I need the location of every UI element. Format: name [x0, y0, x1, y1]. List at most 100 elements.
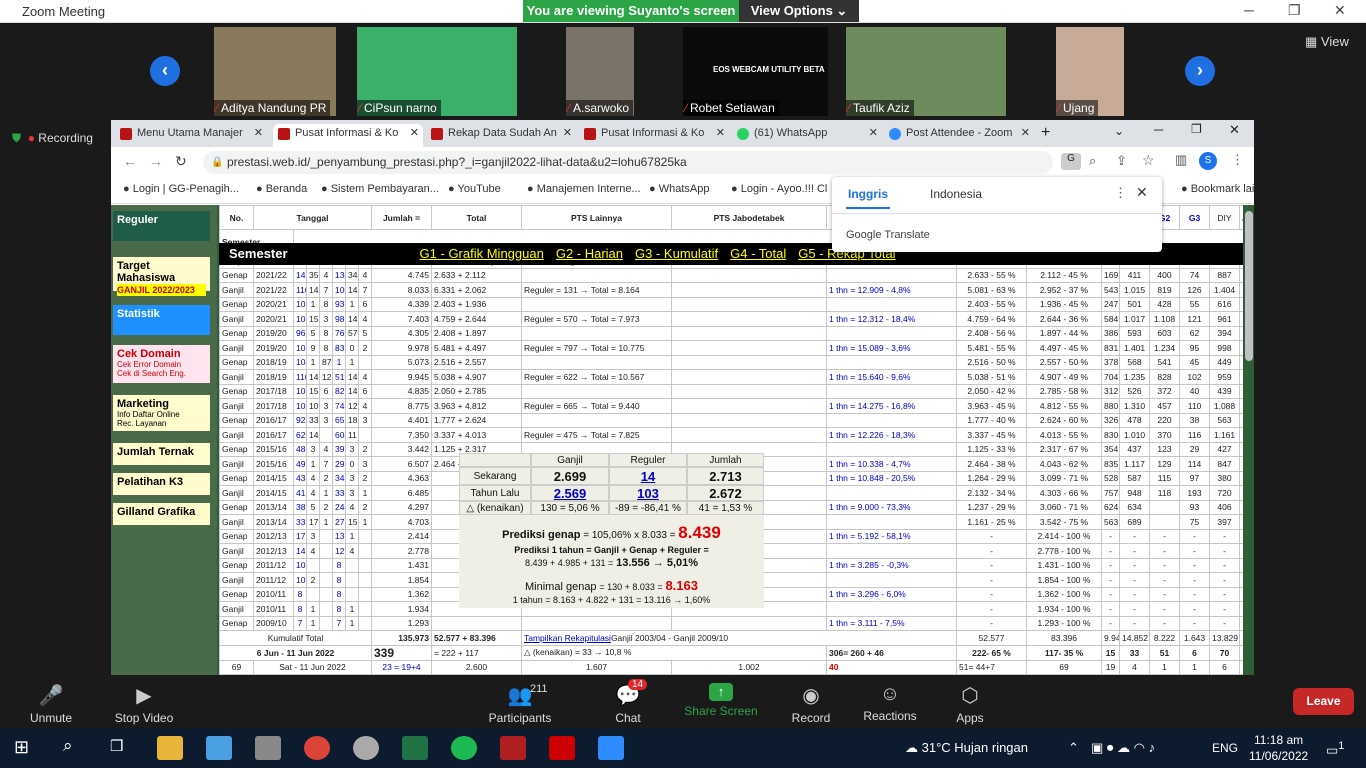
control-chat[interactable]: 💬 14 Chat [610, 679, 648, 725]
strip-next-button[interactable]: › [1185, 56, 1215, 86]
clock-date[interactable]: 11/06/2022 [1249, 749, 1308, 763]
bookmark-item[interactable]: ● YouTube [448, 183, 501, 195]
translate-menu-icon[interactable]: ⋮ [1114, 185, 1127, 201]
graph-link[interactable]: G4 - Total [730, 246, 786, 261]
bookmark-item[interactable]: ● Login | GG-Penagih... [123, 183, 239, 195]
browser-tab[interactable]: Menu Utama Manajer ✕ [115, 124, 267, 147]
browser-maximize-icon[interactable]: ❐ [1191, 122, 1202, 136]
tab-close-icon[interactable]: ✕ [563, 124, 572, 143]
translate-tab-english[interactable]: Inggris [846, 187, 891, 209]
weather-text[interactable]: 31°C Hujan ringan [922, 740, 1028, 755]
pdf-icon[interactable] [549, 736, 575, 760]
stat-cell[interactable]: 2.569 [531, 485, 609, 501]
sidebar-menu-item[interactable]: Target Mahasiswa GANJIL 2022/2023 [113, 257, 210, 296]
search-icon[interactable]: ⌕ [63, 736, 73, 756]
zoom-icon[interactable]: ⌕ [1089, 153, 1096, 169]
tab-close-icon[interactable]: ✕ [1021, 124, 1030, 143]
new-tab-icon[interactable]: + [1041, 124, 1050, 142]
bookmark-item[interactable]: ● Sistem Pembayaran... [321, 183, 439, 195]
participant-tile[interactable]: ⁄ A.sarwoko [566, 27, 634, 116]
minimize-icon[interactable]: ─ [1244, 2, 1254, 18]
task-view-icon[interactable]: ❒ [110, 737, 123, 755]
back-icon[interactable]: ← [123, 153, 137, 169]
notification-icon[interactable]: ▭1 [1326, 740, 1344, 758]
reload-icon[interactable]: ↻ [175, 153, 187, 170]
stat-cell[interactable]: 14 [609, 467, 687, 485]
bookmark-item[interactable]: ● Bookmark lain [1181, 183, 1254, 195]
notepad-icon[interactable] [206, 736, 232, 760]
excel-icon[interactable] [402, 736, 428, 760]
control-apps[interactable]: ⬡ Apps [950, 683, 990, 725]
close-icon[interactable]: ✕ [1334, 2, 1346, 19]
view-button[interactable]: ▦ View [1305, 34, 1349, 50]
restore-icon[interactable]: ❐ [1288, 2, 1301, 19]
profile-avatar[interactable]: S [1199, 152, 1217, 170]
calculator-icon[interactable] [255, 736, 281, 760]
graph-link[interactable]: G1 - Grafik Mingguan [420, 246, 544, 261]
browser-tab[interactable]: Pusat Informasi & Ko ✕ [273, 124, 423, 147]
participant-tile[interactable]: EOS WEBCAM UTILITY BETA ⁄ Robet Setiawan [683, 27, 828, 116]
browser-tab[interactable]: Post Attendee - Zoom ✕ [884, 124, 1034, 147]
browser-minimize-icon[interactable]: ─ [1154, 122, 1163, 137]
view-options-button[interactable]: View Options ⌄ [739, 0, 859, 22]
graph-link[interactable]: G2 - Harian [556, 246, 623, 261]
star-icon[interactable]: ☆ [1142, 152, 1155, 169]
control-record[interactable]: ◉ Record [787, 683, 835, 725]
sidebar-menu-item[interactable]: Jumlah Ternak [113, 443, 210, 465]
control-participants[interactable]: 👥 211 Participants [482, 683, 558, 725]
clock-time[interactable]: 11:18 am [1254, 733, 1303, 747]
file-explorer-icon[interactable] [157, 736, 183, 760]
sidebar-menu-item[interactable]: Pelatihan K3 [113, 473, 210, 495]
share-icon[interactable]: ⇪ [1116, 153, 1127, 169]
stat-cell[interactable]: 130 = 5,06 % [531, 501, 609, 515]
sidebar-menu-item[interactable]: Reguler [113, 211, 210, 241]
sidebar-menu-item[interactable]: Statistik [113, 305, 210, 335]
browser-tab[interactable]: (61) WhatsApp ✕ [732, 124, 882, 147]
scrollbar-thumb[interactable] [1245, 211, 1253, 361]
sidebar-menu-item[interactable]: Marketing Info Daftar Online Rec. Layanan [113, 395, 210, 431]
tab-search-icon[interactable]: ⌄ [1114, 124, 1124, 138]
control-unmute[interactable]: 🎤 Unmute [24, 683, 78, 725]
app-icon[interactable] [353, 736, 379, 760]
bookmark-item[interactable]: ● WhatsApp [649, 183, 709, 195]
bookmark-item[interactable]: ● Login - Ayoo.!!! Cl [731, 183, 827, 195]
bookmark-item[interactable]: ● Manajemen Interne... [527, 183, 641, 195]
spotify-icon[interactable] [451, 736, 477, 760]
stat-cell[interactable]: 2.699 [531, 467, 609, 485]
url-field[interactable]: 🔒 prestasi.web.id/_penyambung_prestasi.ph… [203, 151, 1053, 174]
tab-close-icon[interactable]: ✕ [869, 124, 878, 143]
translate-close-icon[interactable]: ✕ [1136, 184, 1148, 201]
stat-cell[interactable]: -89 = -86,41 % [609, 501, 687, 515]
chrome-icon[interactable] [304, 736, 330, 760]
bookmark-item[interactable]: ● Beranda [256, 183, 307, 195]
forward-icon[interactable]: → [149, 153, 163, 169]
control-reactions[interactable]: ☺ Reactions [860, 683, 920, 723]
participant-tile[interactable]: ⁄ Ujang [1056, 27, 1124, 116]
windows-start-icon[interactable]: ⊞ [14, 737, 29, 758]
participant-tile[interactable]: ⁄ Aditya Nandung PR [214, 27, 336, 116]
translate-icon[interactable]: G [1061, 153, 1081, 170]
browser-tab[interactable]: Rekap Data Sudah An ✕ [426, 124, 576, 147]
tray-chevron-icon[interactable]: ⌃ [1068, 740, 1079, 756]
strip-prev-button[interactable]: ‹ [150, 56, 180, 86]
sidebar-menu-item[interactable]: Gilland Grafika [113, 503, 210, 525]
tray-icons[interactable]: ▣ ⏺ ☁ ◠ ♪ [1091, 740, 1155, 756]
participant-tile[interactable]: ⁄ Taufik Aziz [846, 27, 1006, 116]
translate-tab-indonesian[interactable]: Indonesia [930, 187, 982, 201]
tab-close-icon[interactable]: ✕ [410, 124, 419, 143]
browser-close-icon[interactable]: ✕ [1229, 122, 1240, 138]
sidebar-menu-item[interactable]: Cek Domain Cek Error Domain Cek di Search… [113, 345, 210, 383]
archive-icon[interactable] [500, 736, 526, 760]
language-indicator[interactable]: ENG [1212, 741, 1238, 755]
graph-link[interactable]: G3 - Kumulatif [635, 246, 718, 261]
leave-button[interactable]: Leave [1293, 688, 1354, 715]
browser-tab[interactable]: Pusat Informasi & Ko ✕ [579, 124, 729, 147]
zoom-app-icon[interactable] [598, 736, 624, 760]
menu-icon[interactable]: ⋮ [1231, 152, 1244, 168]
side-panel-icon[interactable]: ▥ [1175, 152, 1187, 168]
stat-cell[interactable]: 103 [609, 485, 687, 501]
control-stop-video[interactable]: ▶ Stop Video [109, 683, 179, 725]
tab-close-icon[interactable]: ✕ [716, 124, 725, 143]
rekap-link[interactable]: Tampilkan Rekapitulasi [524, 633, 611, 643]
control-share-screen[interactable]: ↑ Share Screen [682, 683, 760, 718]
